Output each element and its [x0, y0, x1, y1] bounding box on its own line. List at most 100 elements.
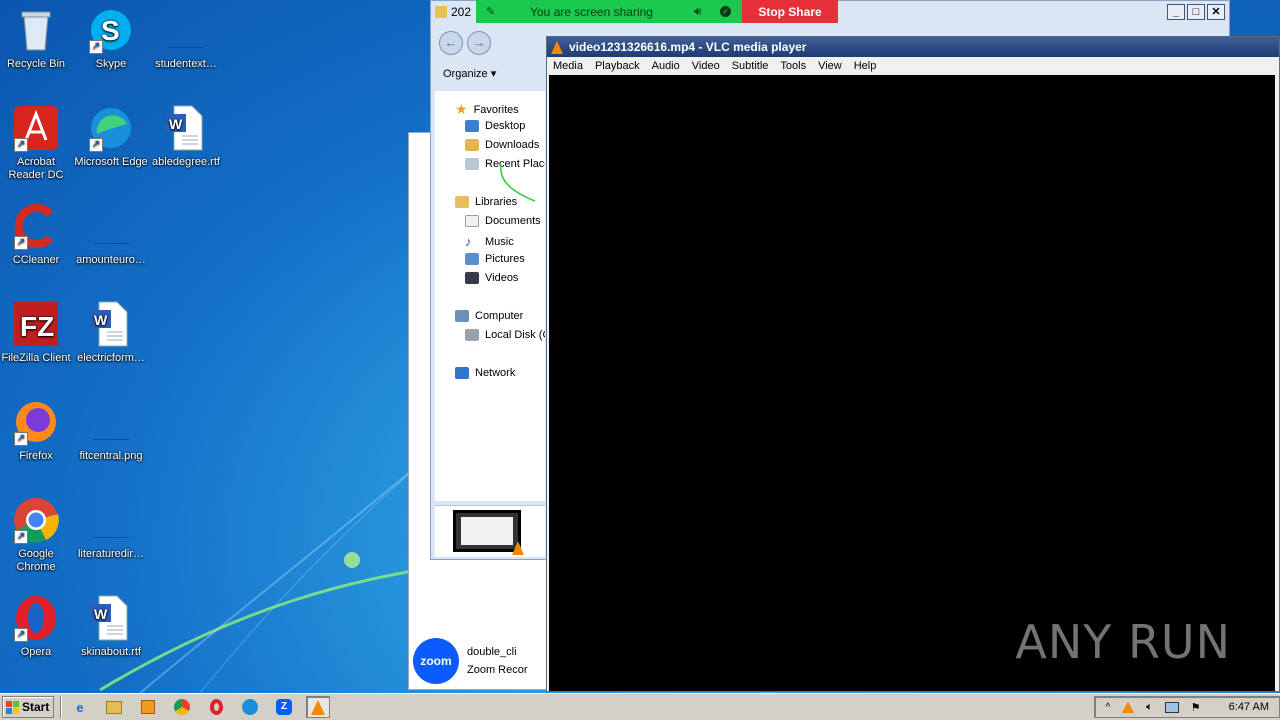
- svg-text:W: W: [94, 606, 108, 622]
- organize-menu[interactable]: Organize ▾: [443, 67, 496, 80]
- start-button[interactable]: Start: [2, 696, 54, 718]
- shortcut-arrow-icon: ↗: [89, 40, 103, 54]
- menu-playback[interactable]: Playback: [589, 60, 646, 72]
- firefox-icon: ↗: [12, 398, 60, 446]
- desktop-icon-amounteuro[interactable]: amounteuro…: [73, 202, 149, 267]
- vlc-titlebar[interactable]: video1231326616.mp4 - VLC media player: [547, 37, 1279, 57]
- zoom-recording-item[interactable]: zoom double_cli Zoom Recor: [413, 637, 547, 685]
- opera-taskbar-icon[interactable]: [204, 696, 228, 718]
- icon-label: Acrobat Reader DC: [8, 156, 64, 181]
- nav-favorites[interactable]: ★ Favorites: [455, 101, 519, 118]
- nav-label: Pictures: [485, 253, 525, 265]
- icon-label: amounteuro…: [76, 254, 146, 266]
- file-icon: [87, 496, 135, 544]
- menu-audio[interactable]: Audio: [646, 60, 686, 72]
- desktop-icon-chrome[interactable]: ↗ Google Chrome: [0, 496, 74, 574]
- nav-label: Favorites: [473, 103, 519, 116]
- action-center-flag-icon[interactable]: ⚑: [1191, 701, 1201, 714]
- zoom-taskbar-icon[interactable]: Z: [272, 696, 296, 718]
- desktop-icon-fitcentral[interactable]: fitcentral.png: [73, 398, 149, 463]
- video-thumbnail[interactable]: [453, 510, 524, 555]
- desktop-icon-electricform[interactable]: W electricform…: [73, 300, 149, 365]
- libraries-icon: [455, 196, 469, 208]
- maximize-button[interactable]: □: [1187, 4, 1205, 20]
- icon-label: Firefox: [19, 450, 53, 462]
- music-icon: ♪: [465, 234, 472, 249]
- menu-tools[interactable]: Tools: [774, 60, 812, 72]
- watermark-text: ANY RUN: [1015, 615, 1231, 669]
- show-hidden-icons-icon[interactable]: ^: [1105, 702, 1110, 713]
- media-player-taskbar-icon[interactable]: [136, 696, 160, 718]
- forward-button[interactable]: →: [467, 31, 491, 55]
- volume-icon[interactable]: 🔈︎: [1146, 701, 1153, 714]
- desktop-icon-filezilla[interactable]: FZ FileZilla Client: [0, 300, 74, 365]
- desktop-icon-firefox[interactable]: ↗ Firefox: [0, 398, 74, 463]
- vlc-video-area[interactable]: ANY RUN: [549, 75, 1275, 691]
- menu-media[interactable]: Media: [547, 60, 589, 72]
- nav-pictures[interactable]: Pictures: [465, 253, 525, 265]
- desktop-icon-acrobat[interactable]: ↗ Acrobat Reader DC: [0, 104, 74, 182]
- icon-label: FileZilla Client: [1, 352, 71, 364]
- downloads-icon: [465, 139, 479, 151]
- acrobat-icon: ↗: [12, 104, 60, 152]
- desktop-icon-edge[interactable]: ↗ Microsoft Edge: [73, 104, 149, 169]
- close-button[interactable]: ✕: [1207, 4, 1225, 20]
- desktop-icon-opera[interactable]: ↗ Opera: [0, 594, 74, 659]
- nav-downloads[interactable]: Downloads: [465, 139, 539, 151]
- network-tray-icon[interactable]: [1164, 701, 1179, 713]
- back-button[interactable]: ←: [439, 31, 463, 55]
- audio-icon[interactable]: 🔊︎: [694, 4, 702, 19]
- shield-icon: ✓: [720, 6, 731, 17]
- vlc-window[interactable]: video1231326616.mp4 - VLC media player M…: [546, 36, 1280, 692]
- shortcut-arrow-icon: ↗: [14, 530, 28, 544]
- stop-share-button[interactable]: Stop Share: [742, 0, 838, 23]
- icon-label: studentext…: [155, 58, 217, 70]
- computer-icon: [455, 310, 469, 322]
- nav-computer[interactable]: Computer: [455, 310, 523, 322]
- nav-desktop[interactable]: Desktop: [465, 120, 525, 132]
- chrome-taskbar-icon[interactable]: [170, 696, 194, 718]
- clock[interactable]: 6:47 AM: [1229, 701, 1269, 713]
- vlc-taskbar-icon[interactable]: [306, 696, 330, 718]
- desktop-icon-ccleaner[interactable]: ↗ CCleaner: [0, 202, 74, 267]
- svg-text:W: W: [94, 312, 108, 328]
- ie-taskbar-icon[interactable]: e: [68, 696, 92, 718]
- desktop-icon-studentext[interactable]: studentext…: [148, 6, 224, 71]
- zoom-item-title: double_cli: [467, 646, 517, 658]
- chrome-icon: ↗: [12, 496, 60, 544]
- window-controls: _ □ ✕: [1167, 4, 1225, 20]
- nav-network[interactable]: Network: [455, 367, 515, 379]
- menu-video[interactable]: Video: [686, 60, 726, 72]
- vlc-cone-icon: [551, 40, 563, 54]
- explorer-title: 202: [451, 5, 472, 19]
- menu-view[interactable]: View: [812, 60, 848, 72]
- nav-documents[interactable]: Documents: [465, 215, 541, 227]
- desktop-icon-skype[interactable]: S ↗ Skype: [73, 6, 149, 71]
- desktop-icon-literaturedir[interactable]: literaturedir…: [73, 496, 149, 561]
- vlc-menubar: Media Playback Audio Video Subtitle Tool…: [547, 57, 1279, 75]
- shortcut-arrow-icon: ↗: [14, 628, 28, 642]
- nav-videos[interactable]: Videos: [465, 272, 518, 284]
- menu-subtitle[interactable]: Subtitle: [726, 60, 775, 72]
- menu-help[interactable]: Help: [848, 60, 883, 72]
- word-doc-icon: W: [87, 300, 135, 348]
- screen-share-bar: ✎ You are screen sharing 🔊︎ ✓ Stop Share: [476, 0, 838, 23]
- nav-label: Desktop: [485, 120, 526, 132]
- filezilla-icon: FZ: [12, 300, 60, 348]
- share-status: ✎ You are screen sharing 🔊︎ ✓: [476, 0, 742, 23]
- vlc-tray-icon[interactable]: [1122, 701, 1135, 713]
- minimize-button[interactable]: _: [1167, 4, 1185, 20]
- organize-label: Organize: [443, 68, 488, 80]
- desktop-icon-skinabout[interactable]: W skinabout.rtf: [73, 594, 149, 659]
- vlc-cone-icon: [512, 541, 524, 555]
- shortcut-arrow-icon: ↗: [14, 432, 28, 446]
- anyrun-watermark: ANY RUN: [1015, 615, 1231, 669]
- desktop-icon-abledegree[interactable]: W abledegree.rtf: [148, 104, 224, 169]
- edge-taskbar-icon[interactable]: [238, 696, 262, 718]
- shortcut-arrow-icon: ↗: [89, 138, 103, 152]
- recycle-bin-icon: [12, 6, 60, 54]
- nav-local-disk[interactable]: Local Disk (C:): [465, 329, 545, 341]
- explorer-taskbar-icon[interactable]: [102, 696, 126, 718]
- desktop-icon-recycle-bin[interactable]: Recycle Bin: [0, 6, 74, 71]
- nav-music[interactable]: ♪ Music: [465, 234, 514, 249]
